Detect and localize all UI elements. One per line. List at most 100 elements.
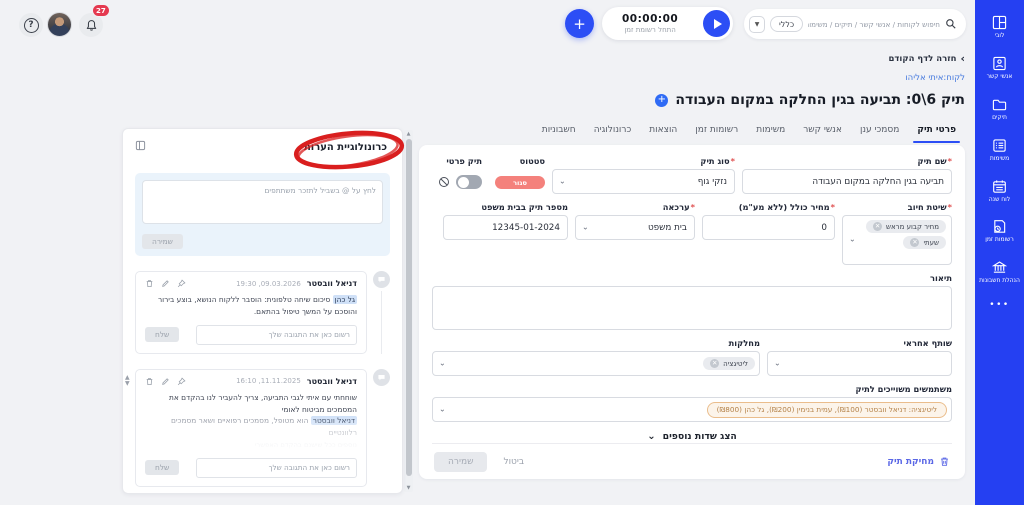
reply-input[interactable] <box>196 325 357 345</box>
title-add-icon[interactable]: + <box>655 94 668 107</box>
timer-label: התחל רשומת זמן <box>624 26 675 35</box>
tab-expenses[interactable]: הוצאות <box>640 119 686 143</box>
comment-avatar-icon <box>377 373 386 382</box>
reply-input[interactable] <box>196 458 357 478</box>
contacts-icon <box>992 56 1007 71</box>
chevron-down-icon: ⌄ <box>439 404 446 413</box>
tab-invoices[interactable]: חשבוניות <box>533 119 585 143</box>
court-label: ערכאה <box>663 202 690 212</box>
client-link[interactable]: לקוח:איתי אליהו <box>905 73 965 83</box>
status-badge: סגור <box>495 176 545 189</box>
tab-chronology[interactable]: כרונולוגיה <box>585 119 641 143</box>
chevron-down-icon: ⌄ <box>774 358 781 367</box>
note-composer-textarea[interactable] <box>142 180 383 224</box>
pin-icon[interactable] <box>177 377 186 386</box>
back-link[interactable]: › חזרה לדף הקודם <box>0 54 965 64</box>
more-dots-icon: ••• <box>989 300 1009 310</box>
total-price-input[interactable] <box>702 215 835 240</box>
expand-panel-button[interactable] <box>135 140 146 151</box>
delete-case-button[interactable]: מחיקת תיק <box>887 456 950 467</box>
timeline-connector <box>381 291 383 354</box>
scrollbar-down-icon[interactable]: ▼ <box>404 485 413 491</box>
lobby-icon <box>992 15 1007 30</box>
tasks-icon <box>992 138 1007 153</box>
sidebar-item-accounting[interactable]: הנהלת חשבונות <box>975 252 1024 293</box>
global-search[interactable]: חיפוש לקוחות / אנשי קשר / תיקים / משימות… <box>744 9 966 39</box>
tab-tasks[interactable]: משימות <box>747 119 794 143</box>
cases-icon <box>992 97 1007 112</box>
scrollbar-up-icon[interactable]: ▲ <box>404 131 413 137</box>
tag-remove-icon[interactable]: ✕ <box>710 359 719 368</box>
search-input[interactable]: חיפוש לקוחות / אנשי קשר / תיקים / משימות <box>808 20 940 29</box>
sidebar-item-time-records[interactable]: רשומות זמן <box>975 211 1024 252</box>
globe-icon <box>438 176 450 188</box>
cancel-button[interactable]: ביטול <box>503 457 524 467</box>
composer-save-button[interactable]: שמירה <box>142 234 183 249</box>
billing-tag: מחיר קבוע מראש✕ <box>866 220 946 233</box>
panel-scrollbar[interactable]: ▲ ▼ <box>404 130 413 492</box>
sidebar-item-contacts[interactable]: אנשי קשר <box>975 48 1024 89</box>
case-name-input[interactable] <box>742 169 952 194</box>
back-link-label: חזרה לדף הקודם <box>889 54 957 64</box>
billing-method-multiselect[interactable]: מחיר קבוע מראש✕ שעתי✕ ⌄ <box>842 215 952 265</box>
departments-multiselect[interactable]: ליטיגציה✕ ⌄ <box>432 351 760 376</box>
trash-icon[interactable] <box>145 279 154 288</box>
responsible-partner-select[interactable]: ⌄ <box>767 351 952 376</box>
start-timer-button[interactable] <box>703 10 730 37</box>
tag-remove-icon[interactable]: ✕ <box>873 222 882 231</box>
case-type-select[interactable]: נזקי גוף ⌄ <box>552 169 735 194</box>
sidebar-item-cases[interactable]: תיקים <box>975 89 1024 130</box>
help-button[interactable]: ? <box>19 13 43 37</box>
pin-icon[interactable] <box>177 279 186 288</box>
quick-add-button[interactable]: + <box>565 9 594 38</box>
sidebar-item-calendar[interactable]: לוח שנה <box>975 171 1024 212</box>
comment-avatar <box>373 369 390 386</box>
chevron-down-icon: ⌄ <box>439 358 446 367</box>
tab-cloud-documents[interactable]: מסמכי ענן <box>851 119 908 143</box>
note-timestamp: 19:30 ,09.03.2026 <box>236 280 301 288</box>
court-case-number-input[interactable] <box>443 215 568 240</box>
scrollbar-thumb[interactable] <box>406 139 412 476</box>
sidebar-more-button[interactable]: ••• <box>989 300 1009 310</box>
page-title: תיק 6\0: תביעה בגין החלקה במקום העבודה <box>675 92 965 108</box>
sort-down-icon[interactable]: ▼ <box>125 381 130 387</box>
note-item: דניאל וובסטר 19:30 ,09.03.2026 גל כהן סי… <box>135 271 390 354</box>
case-type-label: סוג תיק <box>700 156 729 166</box>
pencil-icon[interactable] <box>161 377 170 386</box>
send-reply-button[interactable]: שלח <box>145 327 179 342</box>
private-case-toggle[interactable] <box>456 175 482 189</box>
calendar-icon <box>992 179 1007 194</box>
trash-icon[interactable] <box>145 377 154 386</box>
send-reply-button[interactable]: שלח <box>145 460 179 475</box>
sidebar-item-lobby[interactable]: לובי <box>975 7 1024 48</box>
search-scope-select[interactable]: כללי <box>770 16 803 32</box>
description-label: תיאור <box>432 273 952 283</box>
pencil-icon[interactable] <box>161 279 170 288</box>
help-icon: ? <box>24 18 39 33</box>
user-avatar[interactable] <box>47 12 72 37</box>
billing-tag: שעתי✕ <box>903 236 946 249</box>
chevron-down-icon: ⌄ <box>849 234 856 243</box>
expand-panel-icon <box>135 140 146 151</box>
show-more-fields-button[interactable]: הצג שדות נוספים ⌄ <box>432 431 952 442</box>
assigned-users-multiselect[interactable]: ליטיגציה: דניאל וובסטר (₪100), עמית בנימ… <box>432 397 952 422</box>
tab-contacts[interactable]: אנשי קשר <box>794 119 851 143</box>
play-icon <box>714 19 722 29</box>
tab-time-records[interactable]: רשומות זמן <box>686 119 747 143</box>
chevron-down-icon: ⌄ <box>582 222 589 231</box>
assigned-users-label: משתמשים משוייכים לתיק <box>432 384 952 394</box>
timer-widget[interactable]: 00:00:00 התחל רשומת זמן <box>602 7 733 40</box>
user-mention[interactable]: גל כהן <box>333 295 357 304</box>
billing-method-label: שיטת חיוב <box>908 202 947 212</box>
sidebar-item-tasks[interactable]: משימות <box>975 130 1024 171</box>
court-select[interactable]: בית משפט ⌄ <box>575 215 695 240</box>
tab-case-details[interactable]: פרטי תיק <box>908 119 965 143</box>
scope-chevron-icon[interactable]: ▼ <box>749 16 765 33</box>
tag-remove-icon[interactable]: ✕ <box>910 238 919 247</box>
comment-avatar <box>373 271 390 288</box>
note-text: גל כהן סיכום שיחה טלפונית: הוסבר ללקוח ה… <box>145 294 357 318</box>
user-mention[interactable]: דניאל וובסטר <box>311 416 357 425</box>
description-textarea[interactable] <box>432 286 952 330</box>
expand-note-control[interactable]: ▲ ▼ <box>125 375 130 387</box>
save-button[interactable]: שמירה <box>434 452 487 472</box>
